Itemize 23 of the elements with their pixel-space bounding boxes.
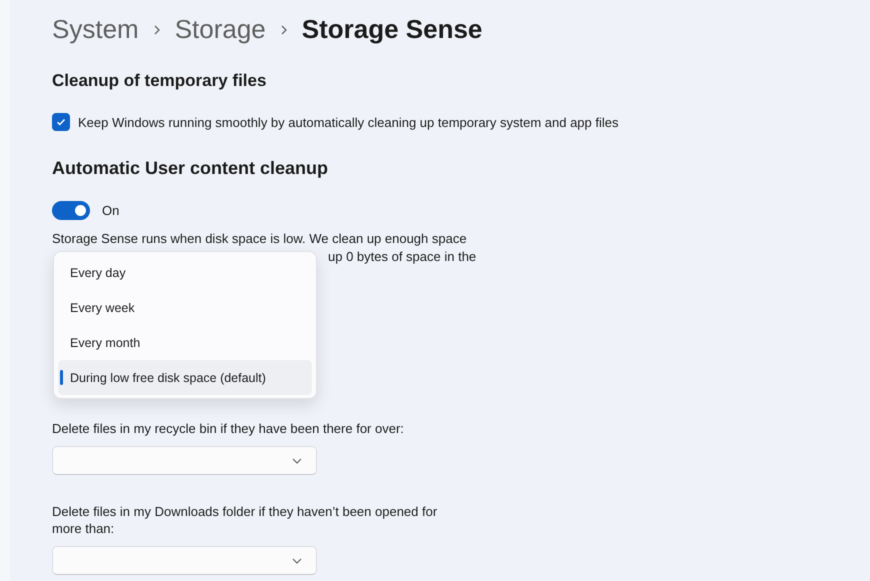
chevron-down-icon <box>292 458 302 464</box>
field-label: Delete files in my Downloads folder if they haven’t been opened for more than: <box>52 503 438 537</box>
dropdown-field[interactable] <box>52 546 317 575</box>
toggle-switch[interactable] <box>52 201 90 220</box>
section-heading: Cleanup of temporary files <box>52 71 268 91</box>
description-text: Storage Sense runs when disk space is low. We clean up enough space <box>52 230 468 248</box>
section-heading: Automatic User content cleanup <box>52 158 330 179</box>
checkbox[interactable] <box>52 113 70 131</box>
toggle-label: On <box>102 203 120 218</box>
breadcrumb-item[interactable]: Storage <box>174 14 266 45</box>
checkbox-label: Keep Windows running smoothly by automatically cleaning up temporary system and app files <box>78 114 618 130</box>
chevron-down-icon <box>292 558 302 564</box>
breadcrumb-item: Storage Sense <box>302 14 482 45</box>
menu-option[interactable]: During low free disk space (default) <box>58 360 312 395</box>
description-text: up 0 bytes of space in the <box>328 248 476 266</box>
dropdown-field[interactable] <box>52 446 317 475</box>
chevron-right-icon <box>280 24 288 36</box>
menu-option[interactable]: Every week <box>58 290 312 325</box>
breadcrumb-item[interactable]: System <box>52 14 139 45</box>
chevron-right-icon <box>152 24 161 36</box>
menu-option[interactable]: Every month <box>58 325 312 360</box>
menu-option[interactable]: Every day <box>58 255 312 290</box>
field-label: Delete files in my recycle bin if they have been there for over: <box>52 420 405 437</box>
